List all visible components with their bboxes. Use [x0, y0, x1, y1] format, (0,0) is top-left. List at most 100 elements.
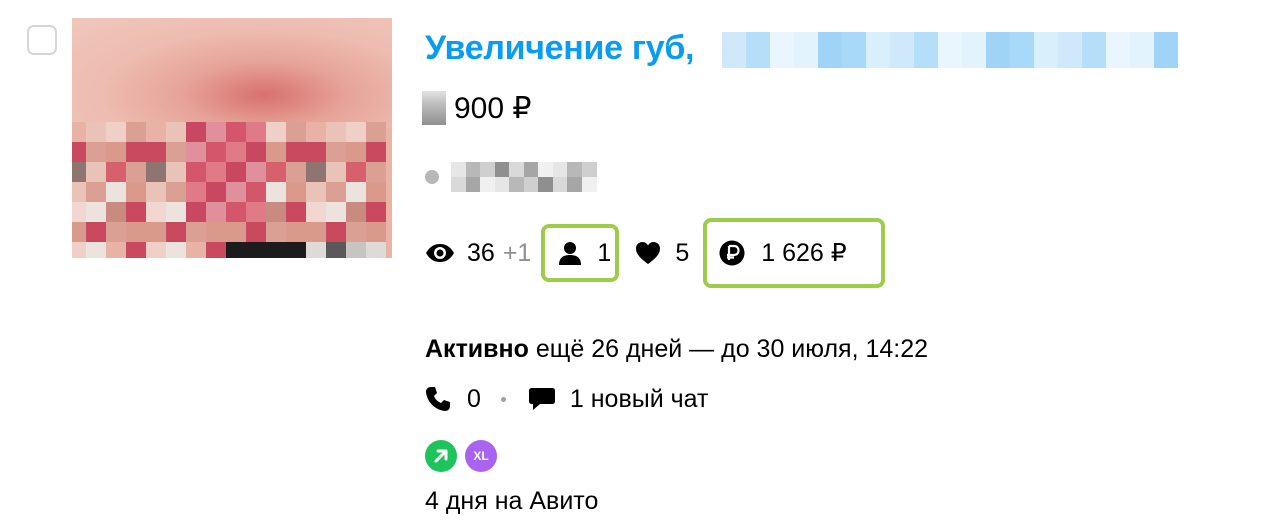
- separator-dot: [500, 396, 506, 402]
- person-icon: [559, 242, 582, 265]
- redaction-tile: [746, 32, 770, 68]
- listing-title-text[interactable]: Увеличение губ,: [425, 29, 694, 68]
- photo-mosaic-tile: [146, 222, 166, 242]
- photo-mosaic-tile: [86, 162, 106, 182]
- redaction-tile: [842, 32, 866, 68]
- photo-mosaic-tile: [286, 222, 306, 242]
- redaction-tile: [509, 177, 524, 192]
- photo-mosaic-tile: [206, 242, 226, 258]
- listing-title[interactable]: Увеличение губ,: [425, 28, 694, 68]
- location-dot-icon: [425, 170, 439, 184]
- chats-link[interactable]: 1 новый чат: [570, 385, 709, 414]
- price-value: 900 ₽: [454, 91, 532, 125]
- photo-mosaic-tile: [72, 242, 86, 258]
- photo-mosaic-tile: [72, 222, 86, 242]
- photo-mosaic-tile: [266, 142, 286, 162]
- photo-mosaic-tile: [286, 202, 306, 222]
- favorites-stat: 5: [635, 239, 689, 268]
- promotion-badges: XL: [425, 440, 505, 472]
- photo-mosaic-tile: [106, 202, 126, 222]
- status-label: Активно: [425, 335, 529, 363]
- photo-mosaic-tile: [106, 182, 126, 202]
- redaction-tile: [465, 177, 481, 192]
- photo-mosaic-tile: [166, 162, 186, 182]
- photo-mosaic-tile: [146, 182, 166, 202]
- photo-mosaic-tile: [306, 242, 326, 258]
- photo-mosaic-tile: [186, 122, 206, 142]
- contacts-stat-highlighted: 1: [541, 224, 620, 282]
- photo-mosaic-tile: [186, 242, 206, 258]
- photo-mosaic-tile: [186, 162, 206, 182]
- photo-mosaic-tile: [86, 142, 106, 162]
- redaction-tile: [1106, 32, 1130, 68]
- arrow-up-right-icon: [434, 449, 448, 463]
- photo-mosaic-tile: [106, 162, 126, 182]
- redaction-tile: [567, 162, 582, 177]
- eye-icon: [426, 244, 454, 262]
- photo-mosaic-tile: [326, 142, 346, 162]
- photo-mosaic-tile: [366, 182, 386, 202]
- photo-mosaic-tile: [126, 162, 146, 182]
- photo-mosaic-tile: [266, 242, 286, 258]
- address-redacted-area: [451, 162, 597, 192]
- photo-mosaic-tile: [186, 182, 206, 202]
- photo-mosaic-tile: [346, 202, 366, 222]
- photo-mosaic-tile: [346, 182, 366, 202]
- photo-mosaic-tile: [246, 142, 266, 162]
- photo-mosaic-tile: [346, 162, 366, 182]
- redaction-tile: [1058, 32, 1082, 68]
- xl-badge: XL: [465, 440, 497, 472]
- views-delta: +1: [502, 238, 532, 267]
- redaction-tile: [480, 162, 495, 177]
- photo-mosaic-tile: [206, 222, 226, 242]
- photo-mosaic-tile: [366, 142, 386, 162]
- redaction-tile: [494, 162, 510, 177]
- photo-mosaic-tile: [246, 222, 266, 242]
- spent-stat-highlighted: 1 626 ₽: [703, 218, 886, 288]
- photo-mosaic-tile: [366, 202, 386, 222]
- ruble-coin-icon: [719, 240, 745, 266]
- title-redacted-area: [722, 32, 1178, 68]
- listing-contacts: 0 1 новый чат: [425, 380, 708, 418]
- photo-mosaic-tile: [126, 242, 146, 258]
- photo-mosaic-tile: [326, 182, 346, 202]
- listing-age: 4 дня на Авито: [425, 487, 599, 515]
- redaction-tile: [938, 32, 962, 68]
- photo-mosaic-tile: [166, 222, 186, 242]
- listing-price: 900 ₽: [422, 88, 531, 128]
- photo-mosaic-tile: [286, 162, 306, 182]
- photo-mosaic-tile: [246, 122, 266, 142]
- listing-photo[interactable]: [72, 18, 392, 258]
- select-checkbox[interactable]: [27, 25, 57, 55]
- photo-face-area: [72, 18, 392, 128]
- redaction-tile: [451, 177, 466, 192]
- favorites-count: 5: [675, 238, 690, 267]
- photo-mosaic-tile: [166, 242, 186, 258]
- photo-mosaic-tile: [366, 242, 386, 258]
- photo-mosaic-tile: [106, 222, 126, 242]
- views-stat: 36 +1: [425, 239, 531, 268]
- photo-mosaic-tile: [226, 122, 246, 142]
- photo-mosaic-tile: [106, 142, 126, 162]
- photo-mosaic-tile: [72, 122, 86, 142]
- photo-mosaic-tile: [72, 162, 86, 182]
- photo-mosaic-tile: [106, 242, 126, 258]
- photo-mosaic-tile: [86, 182, 106, 202]
- photo-mosaic-tile: [126, 222, 146, 242]
- spent-amount: 1 626 ₽: [761, 239, 847, 267]
- photo-mosaic-tile: [266, 202, 286, 222]
- photo-mosaic-tile: [266, 182, 286, 202]
- photo-mosaic-tile: [346, 122, 366, 142]
- redaction-tile: [1010, 32, 1034, 68]
- photo-mosaic-tile: [206, 122, 226, 142]
- redaction-tile: [552, 177, 568, 192]
- photo-mosaic-tile: [286, 242, 306, 258]
- photo-mosaic-tile: [306, 222, 326, 242]
- photo-mosaic-tile: [166, 182, 186, 202]
- promotion-badge: [425, 440, 457, 472]
- photo-mosaic-tile: [286, 122, 306, 142]
- photo-mosaic-tile: [266, 162, 286, 182]
- phone-icon: [426, 387, 450, 411]
- photo-mosaic-tile: [326, 122, 346, 142]
- photo-mosaic-tile: [186, 142, 206, 162]
